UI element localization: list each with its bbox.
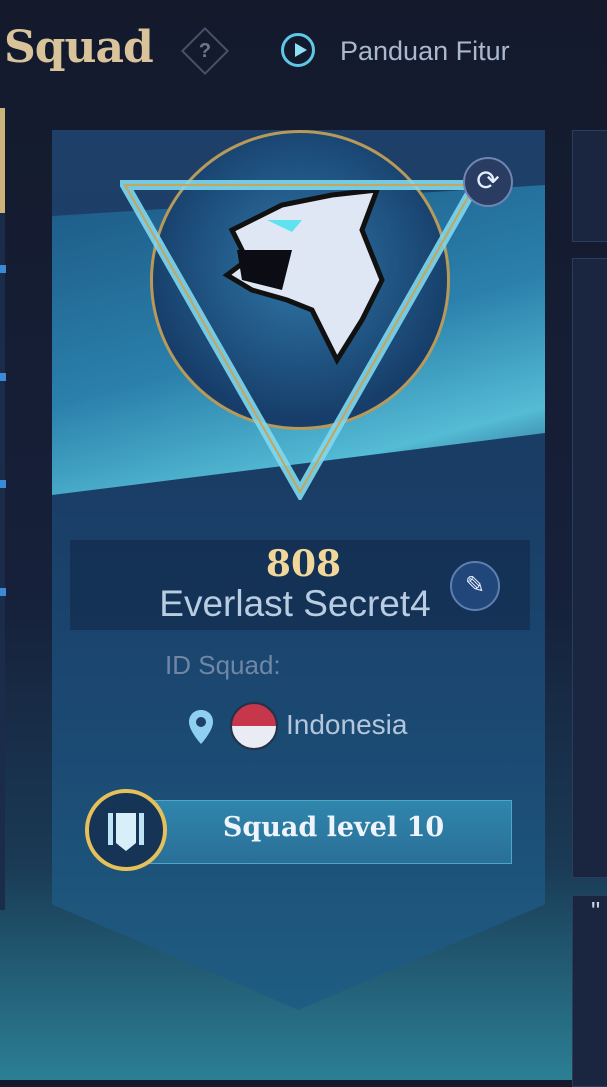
pencil-icon: ✎ (464, 572, 486, 599)
squad-country: Indonesia (286, 709, 408, 740)
squad-points: 808 (265, 543, 342, 585)
left-side-panel (0, 110, 5, 910)
edit-name-button[interactable]: ✎ (450, 561, 500, 611)
nav-marker (0, 480, 6, 488)
question-icon: ? (198, 40, 212, 62)
refresh-emblem-button[interactable]: ⟳ (463, 157, 513, 207)
nav-marker (0, 373, 6, 381)
location-pin-icon (189, 710, 213, 744)
right-panel-bottom: " (572, 895, 607, 1087)
shield-icon (108, 813, 144, 851)
indonesia-flag-icon (230, 702, 278, 750)
play-circle-icon[interactable] (281, 33, 315, 67)
squad-level-badge[interactable] (85, 789, 167, 871)
right-panel-top (572, 130, 607, 242)
feature-guide-link[interactable]: Panduan Fitur (340, 36, 510, 67)
nav-marker (0, 265, 6, 273)
help-button[interactable]: ? (180, 26, 230, 76)
right-panel-text: " (591, 896, 601, 926)
squad-level-label: Squad level 10 (222, 812, 445, 843)
squad-name: Everlast Secret4 (159, 583, 431, 624)
left-selected-tab[interactable] (0, 108, 5, 213)
page-title: Squad (4, 22, 154, 73)
wolf-emblem-icon (222, 190, 385, 365)
squad-id: ID Squad: (165, 650, 281, 680)
refresh-icon: ⟳ (476, 165, 500, 196)
